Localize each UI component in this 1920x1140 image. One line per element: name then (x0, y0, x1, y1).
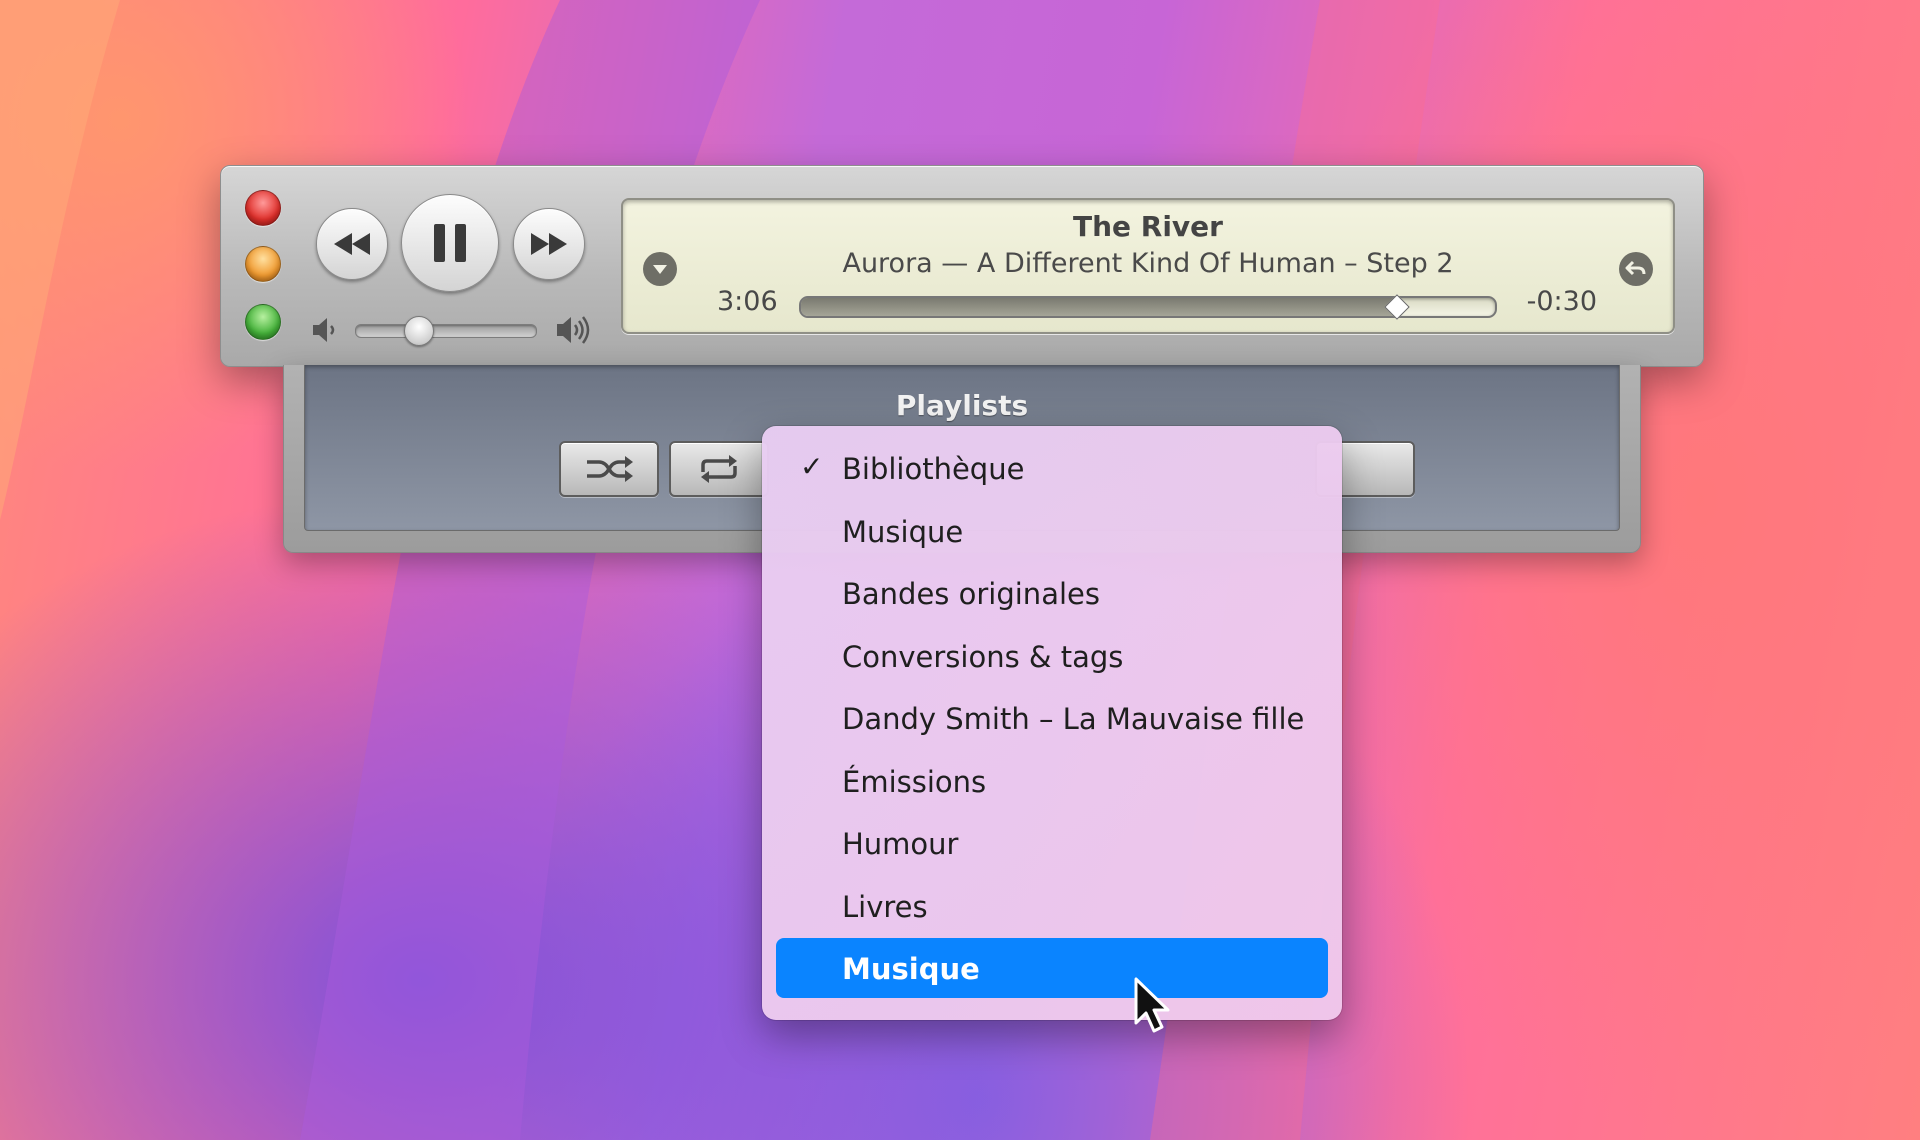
mouse-pointer-icon (1134, 977, 1170, 1033)
menu-item[interactable]: Bandes originales (776, 563, 1328, 623)
repeat-icon (701, 455, 737, 483)
track-subtitle: Aurora — A Different Kind Of Human – Ste… (842, 248, 1454, 279)
track-title: The River (1073, 210, 1223, 243)
shuffle-icon (587, 456, 633, 482)
playlist-menu: ✓ Bibliothèque Musique Bandes originales Con… (762, 426, 1342, 1020)
elapsed-time: 3:06 (717, 286, 778, 317)
menu-item-label: Livres (842, 889, 928, 924)
menu-item[interactable]: Livres (776, 876, 1328, 936)
fast-forward-icon (531, 233, 567, 255)
menu-item[interactable]: Humour (776, 813, 1328, 873)
volume-slider[interactable] (355, 324, 537, 338)
progress-fill (801, 298, 1398, 316)
menu-item-label: Humour (842, 827, 959, 861)
menu-item[interactable]: ✓ Bibliothèque (776, 438, 1328, 498)
menu-item-label: Musique (842, 514, 964, 549)
volume-slider-knob[interactable] (404, 316, 434, 346)
mini-player-window: The River Aurora — A Different Kind Of H… (220, 165, 1704, 367)
menu-item-label: Bibliothèque (842, 452, 1025, 486)
fast-forward-button[interactable] (513, 208, 585, 280)
menu-item[interactable]: Conversions & tags (776, 626, 1328, 686)
zoom-button[interactable] (245, 304, 281, 340)
now-playing-display: The River Aurora — A Different Kind Of H… (621, 198, 1675, 334)
return-icon (1625, 260, 1646, 276)
menu-item[interactable]: Dandy Smith – La Mauvaise fille (776, 688, 1328, 748)
repeat-button[interactable] (669, 441, 769, 497)
shuffle-button[interactable] (559, 441, 659, 497)
close-button[interactable] (245, 190, 281, 226)
menu-item-label: Émissions (842, 764, 987, 799)
menu-item[interactable]: Musique (776, 501, 1328, 561)
pause-icon (434, 224, 466, 262)
minimize-button[interactable] (245, 246, 281, 282)
menu-item-label: Conversions & tags (842, 639, 1124, 674)
speaker-low-icon (313, 318, 335, 342)
speaker-high-icon (557, 316, 590, 344)
menu-item[interactable]: Émissions (776, 751, 1328, 811)
drawer-title: Playlists (895, 389, 1029, 422)
menu-item-label: Musique (842, 952, 980, 986)
back-button[interactable] (1619, 252, 1653, 286)
pause-button[interactable] (401, 194, 499, 292)
remaining-time: -0:30 (1526, 286, 1597, 317)
rewind-icon (334, 233, 370, 255)
menu-item[interactable]: Musique (776, 938, 1328, 998)
rewind-button[interactable] (316, 208, 388, 280)
menu-item-label: Dandy Smith – La Mauvaise fille (842, 702, 1305, 736)
checkmark-icon: ✓ (800, 450, 824, 483)
menu-item-label: Bandes originales (842, 577, 1100, 611)
